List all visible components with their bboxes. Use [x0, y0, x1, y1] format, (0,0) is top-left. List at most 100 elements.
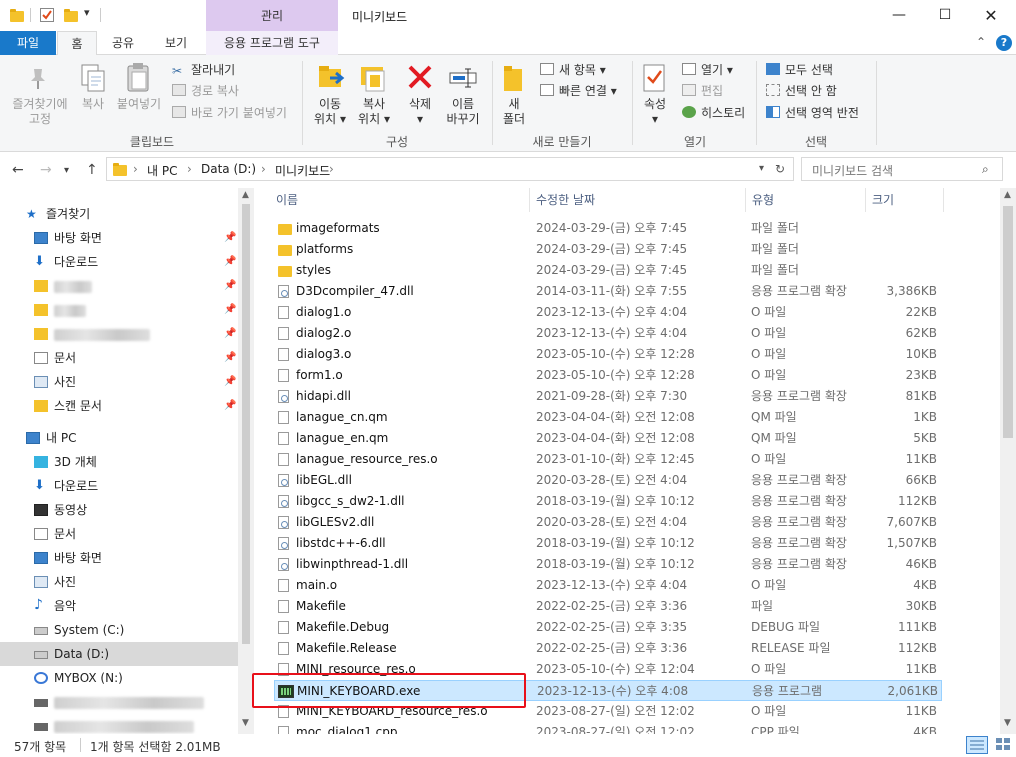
select-none-button[interactable]: 선택 안 함 — [766, 81, 837, 101]
scroll-up-icon[interactable]: ▲ — [242, 190, 249, 200]
nav-scanned-documents[interactable]: 스캔 문서 📌 — [34, 395, 236, 417]
table-row[interactable]: dialog2.o 2023-12-13-(수) 오후 4:04 O 파일 62KB — [274, 323, 942, 344]
crumb-this-pc[interactable]: 내 PC — [147, 162, 177, 179]
cut-button[interactable]: ✂ 잘라내기 — [172, 60, 235, 80]
crumb-separator[interactable]: › — [261, 162, 266, 176]
table-row[interactable]: Makefile.Debug 2022-02-25-(금) 오후 3:35 DEBU… — [274, 617, 942, 638]
copy-button[interactable]: 복사 — [74, 97, 112, 112]
nav-blurred-folder-2[interactable]: 📌 — [34, 299, 236, 321]
nav-blurred-network-1[interactable] — [34, 691, 234, 713]
recent-locations-chevron-icon[interactable]: ▾ — [64, 165, 69, 176]
tab-share[interactable]: 공유 — [100, 31, 146, 55]
tab-view[interactable]: 보기 — [150, 31, 202, 55]
minimize-button[interactable]: — — [876, 0, 922, 31]
table-row[interactable]: Makefile 2022-02-25-(금) 오후 3:36 파일 30KB — [274, 596, 942, 617]
select-all-button[interactable]: 모두 선택 — [766, 60, 833, 80]
table-row[interactable]: moc_dialog1.cpp 2023-08-27-(일) 오전 12:02 CP… — [274, 722, 942, 734]
rename-button[interactable]: 이름 바꾸기 — [440, 97, 486, 127]
file-name: libGLESv2.dll — [296, 515, 375, 529]
address-bar[interactable]: › 내 PC › Data (D:) › 미니키보드 › ▾ ↻ — [106, 157, 794, 181]
table-row[interactable]: D3Dcompiler_47.dll 2014-03-11-(화) 오후 7:55… — [274, 281, 942, 302]
column-header-type[interactable]: 유형 — [746, 188, 866, 212]
table-row[interactable]: lanague_en.qm 2023-04-04-(화) 오전 12:08 QM 파… — [274, 428, 942, 449]
copy-path-button[interactable]: 경로 복사 — [172, 81, 239, 101]
column-header-size[interactable]: 크기 — [866, 188, 944, 212]
crumb-separator[interactable]: › — [133, 162, 138, 176]
file-date: 2023-08-27-(일) 오전 12:02 — [536, 725, 695, 734]
table-row[interactable]: platforms 2024-03-29-(금) 오후 7:45 파일 폴더 — [274, 239, 942, 260]
properties-button[interactable]: 속성 ▾ — [636, 97, 674, 127]
nav-pictures[interactable]: 사진 📌 — [34, 371, 236, 393]
table-row[interactable]: lanague_cn.qm 2023-04-04-(화) 오전 12:08 QM 파… — [274, 407, 942, 428]
forward-arrow-icon[interactable]: → — [40, 162, 52, 178]
file-type: O 파일 — [751, 662, 787, 676]
details-view-icon[interactable] — [966, 736, 988, 754]
quick-access-dropdown-icon[interactable]: ▾ — [84, 6, 90, 19]
crumb-data-drive[interactable]: Data (D:) — [201, 162, 256, 176]
delete-button[interactable]: 삭제 ▾ — [400, 97, 440, 127]
table-row[interactable]: libgcc_s_dw2-1.dll 2018-03-19-(월) 오후 10:1… — [274, 491, 942, 512]
table-row[interactable]: styles 2024-03-29-(금) 오후 7:45 파일 폴더 — [274, 260, 942, 281]
nav-documents[interactable]: 문서 📌 — [34, 347, 236, 369]
address-dropdown-icon[interactable]: ▾ — [759, 163, 764, 174]
nav-downloads[interactable]: ⬇ 다운로드 📌 — [34, 251, 236, 273]
tab-file[interactable]: 파일 — [0, 31, 56, 55]
paste-shortcut-button[interactable]: 바로 가기 붙여넣기 — [172, 103, 287, 123]
table-row[interactable]: Makefile.Release 2022-02-25-(금) 오후 3:36 RE… — [274, 638, 942, 659]
up-arrow-icon[interactable]: ↑ — [86, 162, 98, 178]
nav-blurred-network-2[interactable] — [34, 715, 234, 734]
help-icon[interactable]: ? — [996, 35, 1012, 51]
file-list-scrollbar[interactable]: ▲ ▼ — [1000, 188, 1016, 734]
search-box[interactable]: 미니키보드 검색 ⌕ — [801, 157, 1003, 181]
close-button[interactable]: ✕ — [968, 0, 1014, 31]
file-date: 2023-12-13-(수) 오후 4:04 — [536, 326, 688, 340]
crumb-separator[interactable]: › — [187, 162, 192, 176]
divider — [876, 61, 877, 145]
new-folder-button[interactable]: 새 폴더 — [494, 97, 534, 127]
table-row[interactable]: dialog1.o 2023-12-13-(수) 오후 4:04 O 파일 22KB — [274, 302, 942, 323]
nav-scroll-thumb[interactable] — [242, 204, 250, 644]
table-row[interactable]: main.o 2023-12-13-(수) 오후 4:04 O 파일 4KB — [274, 575, 942, 596]
back-arrow-icon[interactable]: ← — [12, 162, 24, 178]
table-row[interactable]: form1.o 2023-05-10-(수) 오후 12:28 O 파일 23KB — [274, 365, 942, 386]
nav-desktop[interactable]: 바탕 화면 📌 — [34, 227, 236, 249]
table-row[interactable]: imageformats 2024-03-29-(금) 오후 7:45 파일 폴더 — [274, 218, 942, 239]
table-row[interactable]: libGLESv2.dll 2020-03-28-(토) 오전 4:04 응용 프로… — [274, 512, 942, 533]
large-icons-view-icon[interactable] — [994, 736, 1012, 754]
table-row[interactable]: libwinpthread-1.dll 2018-03-19-(월) 오후 10:… — [274, 554, 942, 575]
table-row[interactable]: lanague_resource_res.o 2023-01-10-(화) 오후 … — [274, 449, 942, 470]
nav-blurred-folder-1[interactable]: 📌 — [34, 275, 236, 297]
manage-context-tab[interactable]: 관리 — [206, 0, 338, 31]
tab-home[interactable]: 홈 — [57, 31, 97, 56]
history-button[interactable]: 히스토리 — [682, 103, 745, 123]
scroll-down-icon[interactable]: ▼ — [242, 718, 249, 728]
scroll-down-icon[interactable]: ▼ — [1004, 718, 1011, 728]
crumb-separator[interactable]: › — [329, 162, 334, 176]
nav-scrollbar[interactable]: ▲ ▼ — [238, 188, 254, 734]
file-list-scroll-thumb[interactable] — [1003, 206, 1013, 438]
collapse-ribbon-icon[interactable]: ⌃ — [976, 35, 986, 49]
invert-selection-button[interactable]: 선택 영역 반전 — [766, 103, 859, 123]
open-button[interactable]: 열기 ▾ — [682, 60, 733, 80]
table-row[interactable]: hidapi.dll 2021-09-28-(화) 오후 7:30 응용 프로그램 … — [274, 386, 942, 407]
tab-app-tools[interactable]: 응용 프로그램 도구 — [206, 31, 338, 55]
table-row[interactable]: dialog3.o 2023-05-10-(수) 오후 12:28 O 파일 10KB — [274, 344, 942, 365]
maximize-button[interactable]: ☐ — [922, 0, 968, 31]
column-header-name[interactable]: 이름 — [270, 188, 530, 212]
refresh-icon[interactable]: ↻ — [775, 162, 785, 176]
column-header-date[interactable]: 수정한 날짜 — [530, 188, 746, 212]
properties-quick-icon[interactable] — [40, 8, 54, 22]
crumb-current-folder[interactable]: 미니키보드 — [275, 162, 330, 179]
edit-button[interactable]: 편집 — [682, 81, 723, 101]
new-item-button[interactable]: 새 항목 ▾ — [540, 60, 606, 80]
search-icon[interactable]: ⌕ — [982, 162, 989, 177]
copy-to-button[interactable]: 복사 위치 ▾ — [348, 97, 400, 127]
table-row[interactable]: libEGL.dll 2020-03-28-(토) 오전 4:04 응용 프로그램 … — [274, 470, 942, 491]
pin-to-quick-access-button[interactable]: 즐겨찾기에 고정 — [4, 97, 76, 127]
easy-access-button[interactable]: 빠른 연결 ▾ — [540, 81, 617, 101]
nav-blurred-folder-3[interactable]: 📌 — [34, 323, 236, 345]
table-row[interactable]: libstdc++-6.dll 2018-03-19-(월) 오후 10:12 응용… — [274, 533, 942, 554]
scroll-up-icon[interactable]: ▲ — [1004, 190, 1011, 200]
paste-button[interactable]: 붙여넣기 — [112, 97, 166, 112]
new-folder-quick-icon[interactable] — [64, 8, 78, 22]
